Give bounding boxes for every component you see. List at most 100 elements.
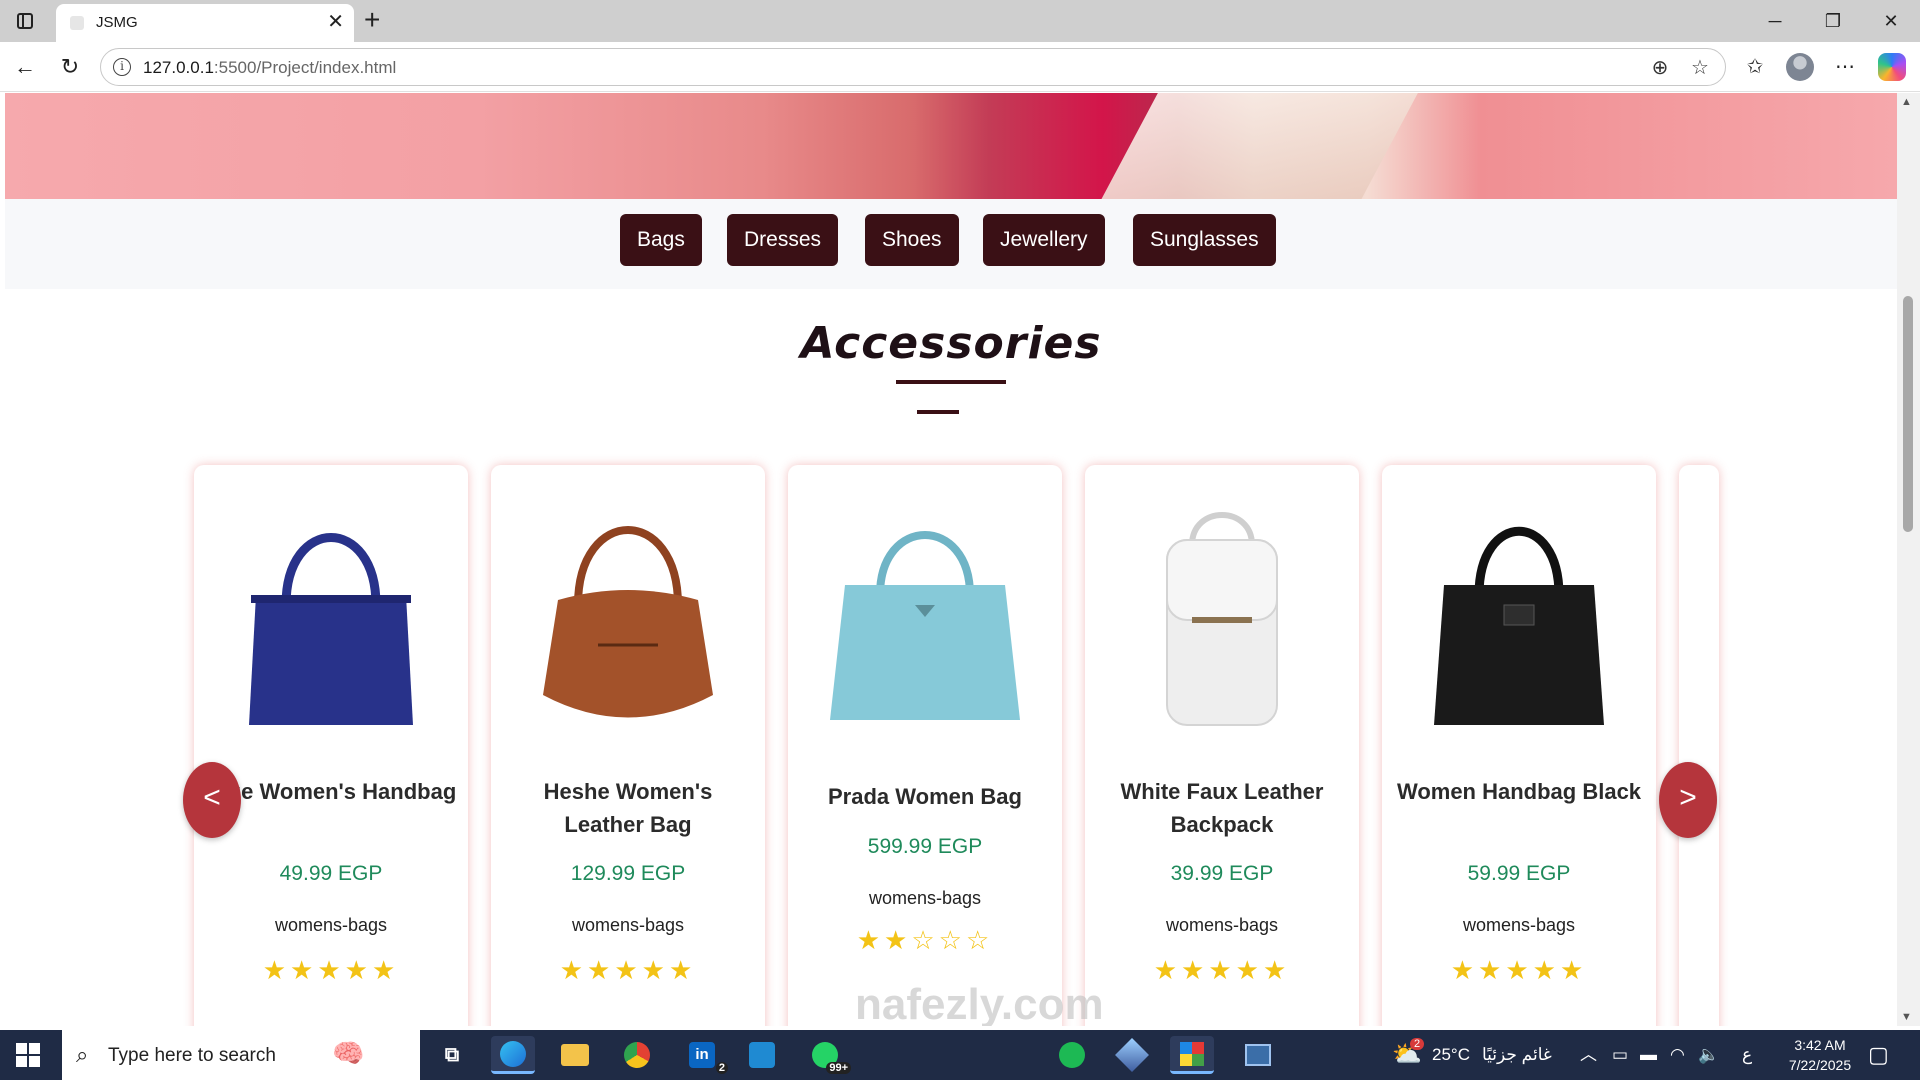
tab-close-icon[interactable]: ✕ [327, 11, 344, 33]
app-grid-icon[interactable] [1170, 1036, 1214, 1074]
tab-actions-icon[interactable] [10, 8, 40, 34]
address-bar-row: ← ↻ i 127.0.0.1:5500/Project/index.html … [0, 42, 1920, 92]
windows-start-icon[interactable] [16, 1043, 40, 1067]
product-category: womens-bags [1165, 915, 1279, 935]
clock-time: 3:42 AM [1794, 1037, 1846, 1053]
product-image [1085, 475, 1359, 755]
browser-tab[interactable]: JSMG ✕ [56, 4, 354, 42]
zoom-icon[interactable]: ⊕ [1647, 55, 1673, 81]
linkedin-app-icon[interactable]: in 2 [680, 1036, 728, 1074]
refresh-icon[interactable]: ↻ [55, 52, 85, 82]
rating-stars: ★★★★★ [559, 955, 697, 985]
title-underline-short [917, 410, 959, 414]
wifi-icon[interactable]: ◠ [1670, 1030, 1685, 1080]
file-explorer-icon[interactable] [553, 1036, 597, 1074]
vscode-app-icon[interactable] [740, 1036, 784, 1074]
product-card[interactable]: Women Handbag Black 59.99 EGP womens-bag… [1382, 465, 1656, 1026]
search-placeholder: Type here to search [108, 1045, 276, 1066]
product-card[interactable]: White Faux Leather Backpack 39.99 EGP wo… [1085, 465, 1359, 1026]
url-text: 127.0.0.1:5500/Project/index.html [143, 58, 397, 77]
spotify-app-icon[interactable] [1050, 1036, 1094, 1074]
category-button-dresses[interactable]: Dresses [727, 214, 839, 266]
category-button-bags[interactable]: Bags [620, 214, 702, 266]
category-button-shoes[interactable]: Shoes [865, 214, 959, 266]
product-price: 39.99 EGP [1170, 862, 1274, 885]
product-name: Blue Women's Handbag [205, 779, 457, 804]
site-info-icon[interactable]: i [113, 58, 131, 76]
scroll-thumb[interactable] [1903, 296, 1913, 532]
category-button-jewellery[interactable]: Jewellery [983, 214, 1105, 266]
carousel-next-button[interactable]: > [1659, 762, 1717, 838]
category-nav: Bags Dresses Shoes Jewellery Sunglasses [5, 199, 1897, 289]
product-image [1382, 475, 1656, 755]
leather-bag-image [543, 526, 713, 718]
input-language[interactable]: ع [1742, 1030, 1752, 1080]
windows-taskbar: ⌕ Type here to search 🧠 ⧉ in 2 99+ ⛅ 2 25… [0, 1030, 1920, 1080]
taskbar-search[interactable]: ⌕ Type here to search 🧠 [62, 1030, 420, 1080]
taskbar-clock[interactable]: 3:42 AM 7/22/2025 [1772, 1035, 1868, 1075]
product-image [788, 475, 1062, 755]
rating-stars: ★★★★★ [1153, 955, 1291, 985]
restore-icon[interactable]: ❐ [1810, 6, 1856, 36]
hero-shopping-bag-image [1101, 93, 1429, 199]
section-title: Accessories [800, 318, 1102, 369]
product-name: Women Handbag Black [1396, 779, 1642, 804]
clock-date: 7/22/2025 [1788, 1057, 1852, 1073]
product-name: White Faux Leather Backpack [1120, 779, 1324, 837]
app-window-icon[interactable] [1236, 1036, 1280, 1074]
url-field[interactable]: i 127.0.0.1:5500/Project/index.html ⊕ ☆ [100, 48, 1726, 86]
product-name: Prada Women Bag [828, 784, 1022, 809]
watermark: nafezly.com [855, 980, 1104, 1026]
product-card[interactable]: Blue Women's Handbag 49.99 EGP womens-ba… [194, 465, 468, 1026]
weather-description: غائم جزئيًا [1482, 1045, 1552, 1064]
black-handbag-image [1434, 526, 1604, 725]
tab-title: JSMG [96, 14, 138, 31]
product-category: womens-bags [571, 915, 685, 935]
product-category: womens-bags [868, 888, 982, 908]
product-card-partial[interactable] [1679, 465, 1719, 1026]
rating-stars: ★★★★★ [1450, 955, 1588, 985]
product-card[interactable]: Heshe Women's Leather Bag 129.99 EGP wom… [491, 465, 765, 1026]
edge-app-icon[interactable] [491, 1036, 535, 1074]
product-image [491, 475, 765, 755]
scroll-up-icon[interactable]: ▲ [1901, 96, 1912, 108]
app-cube-icon[interactable] [1110, 1036, 1154, 1074]
title-underline [896, 380, 1006, 384]
product-name: Heshe Women's Leather Bag [543, 779, 713, 837]
window-close-icon[interactable]: ✕ [1868, 6, 1914, 36]
rating-stars: ★★★★★ [262, 955, 400, 985]
rating-stars: ★★☆☆☆ [856, 925, 994, 955]
product-category: womens-bags [1462, 915, 1576, 935]
volume-icon[interactable]: 🔈 [1698, 1030, 1719, 1080]
page-scrollbar[interactable]: ▲ ▼ [1897, 93, 1920, 1026]
search-icon: ⌕ [76, 1042, 89, 1067]
handbag-image [249, 533, 413, 725]
search-highlight-icon: 🧠 [332, 1038, 365, 1068]
product-card[interactable]: Prada Women Bag 599.99 EGP womens-bags ★… [788, 465, 1062, 1026]
battery-icon[interactable]: ▬ [1640, 1030, 1657, 1080]
backpack-image [1166, 512, 1278, 726]
tray-expand-icon[interactable]: ︿ [1580, 1030, 1597, 1080]
product-price: 599.99 EGP [867, 835, 983, 858]
task-view-icon[interactable]: ⧉ [430, 1036, 474, 1074]
product-category: womens-bags [274, 915, 388, 935]
new-tab-button[interactable]: + [364, 4, 380, 36]
notifications-icon[interactable]: ▢ [1868, 1030, 1889, 1080]
profile-avatar[interactable] [1786, 53, 1814, 81]
weather-badge: 2 [1410, 1038, 1425, 1050]
whatsapp-app-icon[interactable]: 99+ [803, 1036, 851, 1074]
carousel-prev-button[interactable]: < [183, 762, 241, 838]
category-button-sunglasses[interactable]: Sunglasses [1133, 214, 1276, 266]
favorites-icon[interactable]: ✩ [1740, 52, 1770, 82]
back-icon[interactable]: ← [10, 52, 40, 82]
more-menu-icon[interactable]: ⋯ [1830, 52, 1860, 82]
hero-banner [5, 93, 1897, 199]
chrome-app-icon[interactable] [615, 1036, 659, 1074]
favorite-star-icon[interactable]: ☆ [1687, 55, 1713, 81]
minimize-icon[interactable]: ─ [1752, 6, 1798, 36]
copilot-icon[interactable] [1878, 53, 1906, 81]
product-price: 49.99 EGP [279, 862, 383, 885]
product-image [194, 475, 468, 755]
scroll-down-icon[interactable]: ▼ [1901, 1011, 1912, 1023]
meet-icon[interactable]: ▭ [1612, 1030, 1628, 1080]
